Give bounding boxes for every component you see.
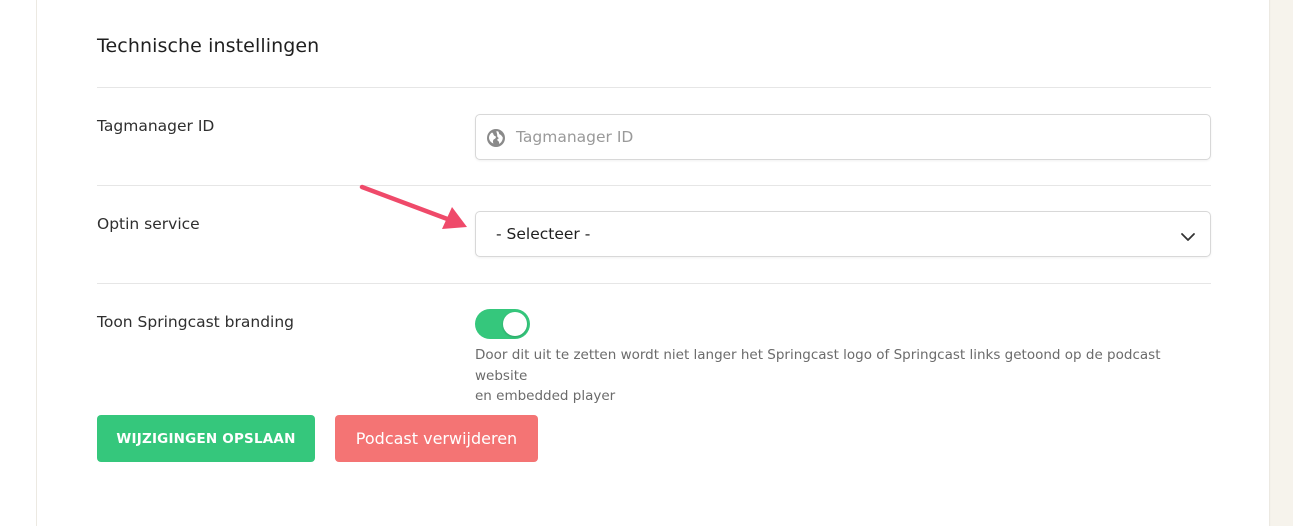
optin-label: Optin service — [97, 215, 200, 233]
branding-help-line: en embedded player — [475, 388, 616, 404]
annotation-arrow — [359, 184, 467, 229]
right-background-strip — [1271, 0, 1293, 526]
divider — [97, 185, 1211, 186]
delete-podcast-button[interactable]: Podcast verwijderen — [335, 415, 538, 462]
branding-help-text: Door dit uit te zetten wordt niet langer… — [475, 345, 1215, 407]
toggle-knob — [503, 312, 527, 336]
tagmanager-placeholder: Tagmanager ID — [516, 128, 634, 146]
branding-help-line: Door dit uit te zetten wordt niet langer… — [475, 347, 1161, 384]
save-changes-button[interactable]: WIJZIGINGEN OPSLAAN — [97, 415, 315, 462]
divider — [97, 283, 1211, 284]
section-title: Technische instellingen — [97, 35, 320, 57]
tagmanager-label: Tagmanager ID — [97, 117, 215, 135]
chevron-down-icon — [1180, 228, 1196, 241]
optin-selected-value: - Selecteer - — [496, 225, 591, 243]
optin-service-select[interactable]: - Selecteer - — [475, 211, 1211, 257]
left-panel-edge — [0, 0, 36, 526]
tagmanager-input[interactable]: Tagmanager ID — [475, 114, 1211, 160]
branding-label: Toon Springcast branding — [97, 313, 295, 331]
divider — [97, 87, 1211, 88]
branding-toggle[interactable] — [475, 309, 530, 339]
globe-icon — [486, 128, 506, 148]
